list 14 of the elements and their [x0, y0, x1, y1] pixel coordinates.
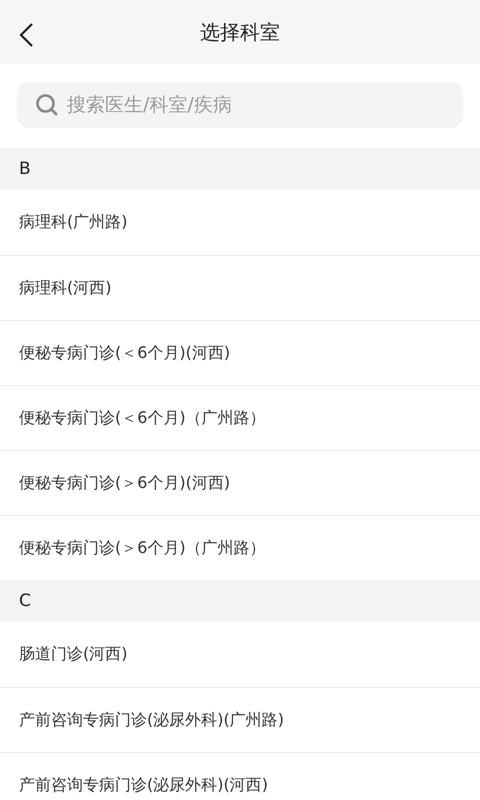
search-field[interactable]: 搜索医生/科室/疾病 [17, 82, 463, 128]
department-item[interactable]: 便秘专病门诊(＜6个月)（广州路） [0, 385, 480, 450]
department-item[interactable]: 病理科(广州路) [0, 190, 480, 255]
section-letter: B [19, 159, 31, 179]
department-item[interactable]: 便秘专病门诊(＜6个月)(河西) [0, 320, 480, 385]
section-letter: C [19, 591, 31, 611]
department-item[interactable]: 肠道门诊(河西) [0, 622, 480, 687]
department-item[interactable]: 产前咨询专病门诊(泌尿外科)(河西) [0, 752, 480, 800]
back-icon [18, 22, 34, 48]
page-title: 选择科室 [200, 18, 280, 46]
department-item[interactable]: 产前咨询专病门诊(泌尿外科)(广州路) [0, 687, 480, 752]
department-item[interactable]: 便秘专病门诊(＞6个月)(河西) [0, 450, 480, 515]
department-item[interactable]: 病理科(河西) [0, 255, 480, 320]
search-icon [35, 93, 59, 117]
